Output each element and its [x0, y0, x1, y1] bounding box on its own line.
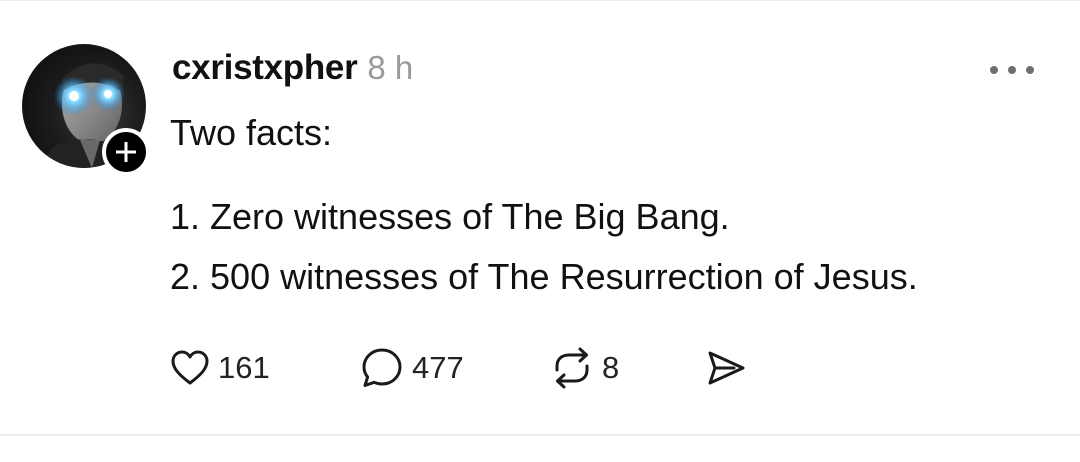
more-options-icon — [990, 66, 998, 74]
send-icon — [708, 351, 745, 385]
top-divider — [0, 0, 1080, 1]
follow-button[interactable] — [102, 128, 150, 176]
repost-icon — [555, 347, 589, 389]
username[interactable]: cxristxpher — [172, 48, 358, 88]
like-count: 161 — [218, 350, 270, 385]
post-text-intro: Two facts: — [170, 112, 333, 153]
share-button[interactable] — [704, 344, 748, 392]
like-button[interactable]: 161 — [170, 344, 270, 392]
author-avatar[interactable] — [22, 44, 150, 176]
reply-count: 477 — [412, 350, 464, 385]
reply-button[interactable]: 477 — [360, 344, 464, 392]
post-text-line: 1. Zero witnesses of The Big Bang. — [170, 196, 730, 237]
heart-icon — [171, 350, 209, 385]
bottom-divider — [0, 434, 1080, 436]
repost-button[interactable]: 8 — [550, 344, 619, 392]
post-text-line: 2. 500 witnesses of The Resurrection of … — [170, 256, 918, 297]
more-options-button[interactable] — [990, 58, 1034, 82]
comment-icon — [362, 348, 402, 387]
plus-icon — [116, 142, 136, 162]
post-timestamp: 8 h — [367, 49, 414, 86]
post-header: cxristxpher 8 h — [172, 48, 413, 92]
repost-count: 8 — [602, 350, 620, 385]
